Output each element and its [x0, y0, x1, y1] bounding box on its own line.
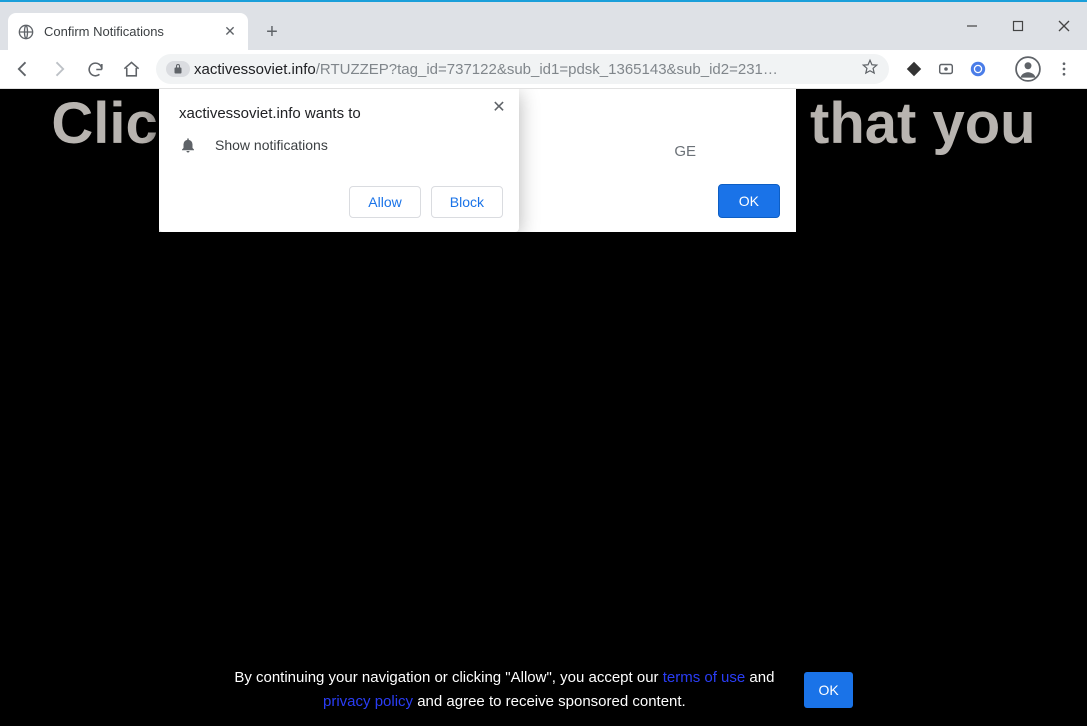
browser-tab[interactable]: Confirm Notifications ✕ — [8, 13, 248, 50]
card-fragment-text: GE — [674, 143, 696, 160]
tab-title: Confirm Notifications — [44, 24, 222, 39]
globe-icon — [18, 24, 34, 40]
reload-button[interactable] — [80, 54, 110, 84]
back-button[interactable] — [8, 54, 38, 84]
address-bar[interactable]: xactivessoviet.info /RTUZZEP?tag_id=7371… — [156, 54, 889, 84]
site-info-button[interactable] — [166, 61, 190, 77]
extension-icons — [895, 60, 997, 78]
extension-icon-2[interactable] — [937, 60, 955, 78]
window-controls — [949, 2, 1087, 50]
url-path: /RTUZZEP?tag_id=737122&sub_id1=pdsk_1365… — [316, 61, 778, 78]
dialog-close-icon[interactable]: ✕ — [489, 97, 509, 117]
permission-text: Show notifications — [215, 137, 328, 153]
bookmark-star-icon[interactable] — [861, 58, 879, 80]
privacy-link[interactable]: privacy policy — [323, 693, 413, 710]
notification-permission-dialog: ✕ xactivessoviet.info wants to Show noti… — [159, 89, 519, 232]
card-ok-button[interactable]: OK — [718, 184, 780, 218]
extension-icon-3[interactable] — [969, 60, 987, 78]
terms-link[interactable]: terms of use — [663, 669, 746, 686]
page-content: Clic that you GE OK ✕ xactivessoviet.inf… — [0, 89, 1087, 726]
forward-button[interactable] — [44, 54, 74, 84]
consent-text-1: By continuing your navigation or clickin… — [234, 669, 662, 686]
url-host: xactivessoviet.info — [194, 61, 316, 78]
home-button[interactable] — [116, 54, 146, 84]
maximize-button[interactable] — [995, 2, 1041, 50]
bell-icon — [179, 136, 197, 154]
consent-footer: By continuing your navigation or clickin… — [0, 666, 1087, 714]
consent-text-2: and — [745, 669, 774, 686]
permission-row: Show notifications — [159, 122, 519, 154]
tab-strip: Confirm Notifications ✕ + — [0, 2, 1087, 50]
consent-text: By continuing your navigation or clickin… — [234, 666, 774, 714]
dialog-title: xactivessoviet.info wants to — [159, 89, 519, 122]
tab-close-icon[interactable]: ✕ — [222, 24, 238, 40]
consent-text-3: and agree to receive sponsored content. — [413, 693, 686, 710]
profile-button[interactable] — [1013, 54, 1043, 84]
extension-icon-1[interactable] — [905, 60, 923, 78]
toolbar: xactivessoviet.info /RTUZZEP?tag_id=7371… — [0, 50, 1087, 89]
new-tab-button[interactable]: + — [258, 18, 286, 46]
block-button[interactable]: Block — [431, 186, 503, 218]
consent-ok-button[interactable]: OK — [804, 672, 852, 708]
headline-left: Clic — [51, 91, 157, 156]
allow-button[interactable]: Allow — [349, 186, 420, 218]
dialog-buttons: Allow Block — [349, 186, 503, 218]
menu-button[interactable] — [1049, 54, 1079, 84]
headline-right: that you — [810, 91, 1036, 156]
minimize-button[interactable] — [949, 2, 995, 50]
window-close-button[interactable] — [1041, 2, 1087, 50]
